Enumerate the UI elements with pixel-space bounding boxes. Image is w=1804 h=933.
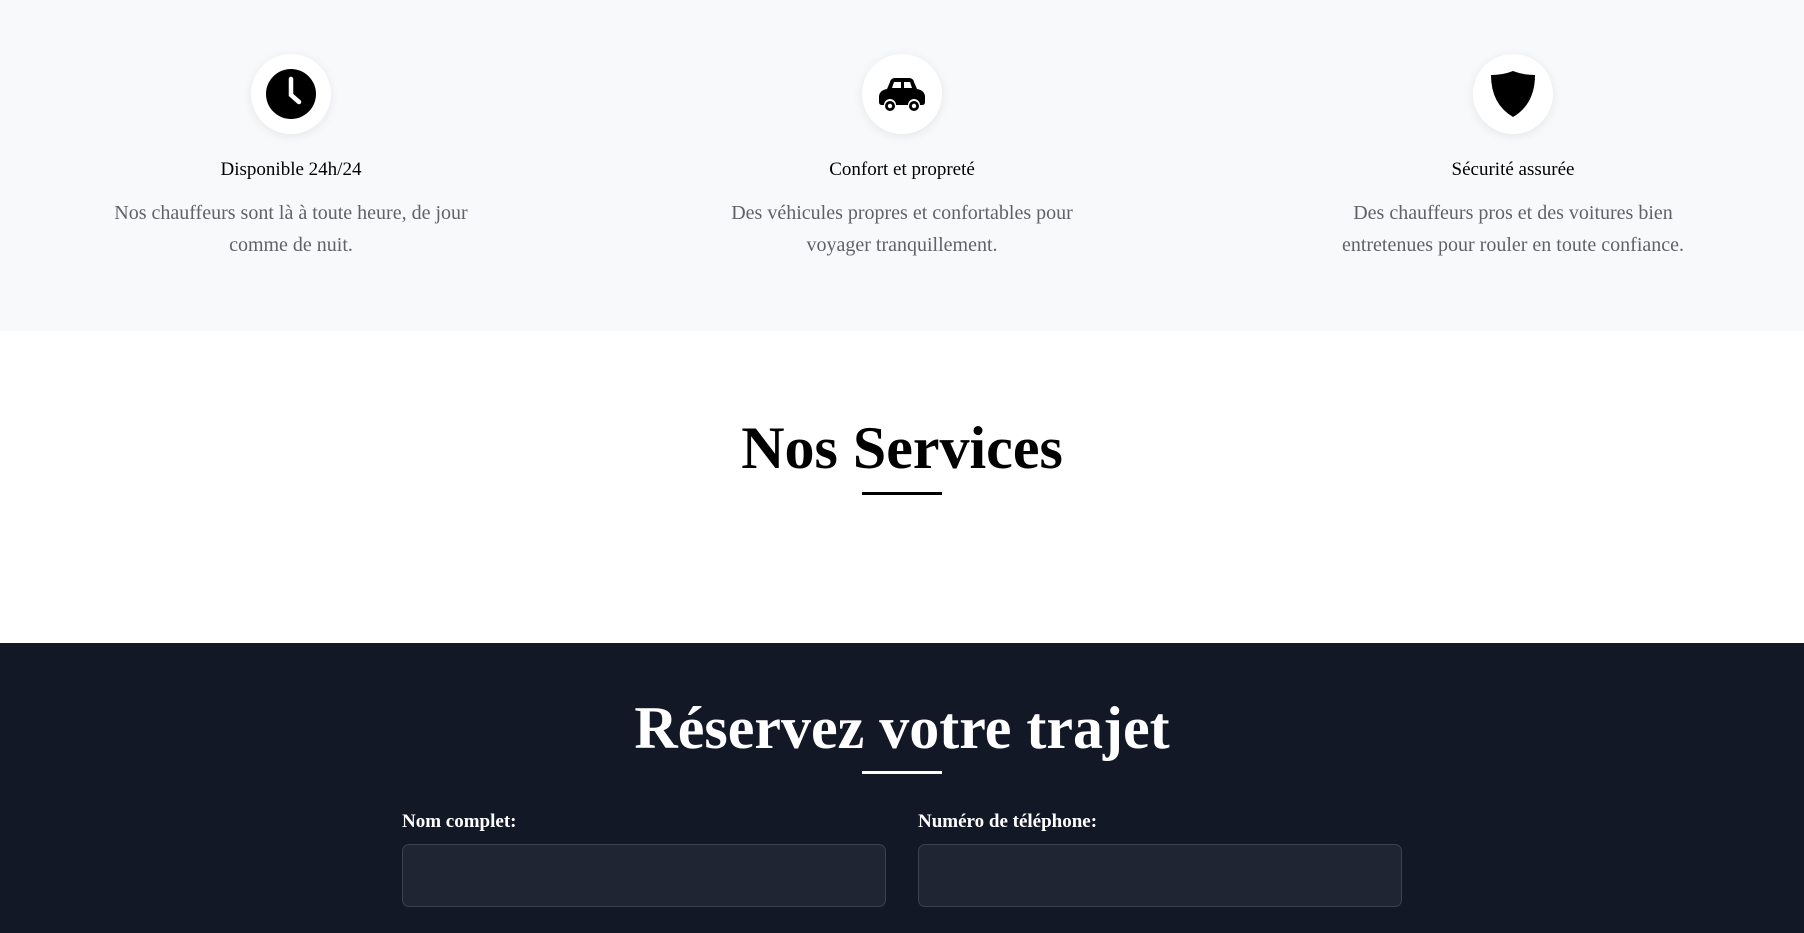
car-icon (879, 78, 925, 111)
feature-title: Confort et propreté (829, 159, 975, 180)
heading-underline (862, 492, 942, 495)
name-label: Nom complet: (402, 811, 517, 832)
feature-icon-circle (862, 54, 942, 134)
booking-section: Réservez votre trajet Nom complet: Numér… (0, 643, 1804, 933)
services-section: Nos Services (0, 331, 1804, 643)
shield-icon (1491, 71, 1535, 117)
phone-input[interactable] (918, 844, 1402, 907)
feature-description: Des chauffeurs pros et des voitures bien… (1341, 202, 1685, 256)
feature-icon-circle (1473, 54, 1553, 134)
heading-underline (862, 771, 942, 774)
feature-description: Nos chauffeurs sont là à toute heure, de… (114, 202, 468, 256)
feature-description: Des véhicules propres et confortables po… (731, 202, 1073, 256)
features-section: Disponible 24h/24 Nos chauffeurs sont là… (0, 0, 1804, 331)
feature-icon-circle (251, 54, 331, 134)
services-heading: Nos Services (741, 415, 1063, 481)
phone-label: Numéro de téléphone: (918, 811, 1098, 832)
name-input[interactable] (402, 844, 886, 907)
clock-icon (266, 69, 316, 119)
feature-title: Sécurité assurée (1451, 159, 1575, 180)
booking-heading: Réservez votre trajet (634, 695, 1170, 761)
feature-title: Disponible 24h/24 (220, 159, 362, 180)
